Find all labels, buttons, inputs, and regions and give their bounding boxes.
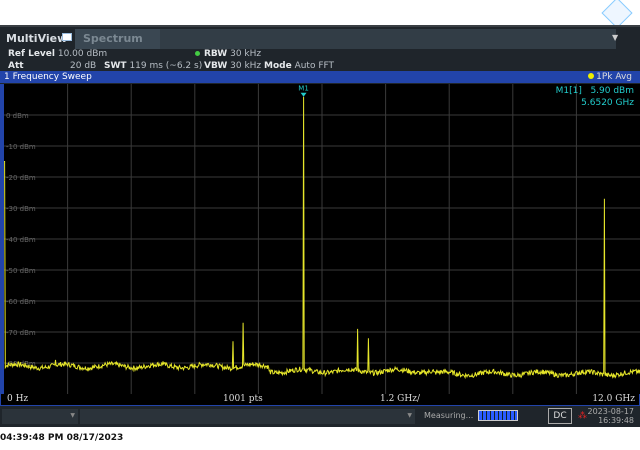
rbw-status-icon <box>195 51 200 56</box>
x-axis-labels: 0 Hz 1001 pts 1.2 GHz/ 12.0 GHz <box>0 394 640 406</box>
tab-bar: MultiView Spectrum ▼ <box>0 25 640 49</box>
measuring-status: Measuring... <box>424 411 474 420</box>
x-points: 1001 pts <box>223 394 263 404</box>
marker-readout: M1[1] 5.90 dBm 5.6520 GHz <box>556 85 634 109</box>
x-stop: 12.0 GHz <box>592 394 635 404</box>
status-select-1[interactable]: ▼ <box>2 409 78 424</box>
x-span: 1.2 GHz/ <box>380 394 420 404</box>
tab-spectrum[interactable]: Spectrum <box>75 29 160 49</box>
analyzer-app: MultiView Spectrum ▼ Ref Level 10.00 dBm… <box>0 25 640 427</box>
marker-level: 5.90 dBm <box>590 86 634 96</box>
chevron-down-icon: ▼ <box>70 412 75 419</box>
y-tick-label: -60 dBm <box>6 298 36 306</box>
window-title-bar: 1 Frequency Sweep 1Pk Avg <box>0 71 640 83</box>
spectrum-plot[interactable]: 0 dBm -10 dBm -20 dBm -30 dBm -40 dBm -50 dBm… <box>0 84 640 410</box>
status-time: 16:39:48 <box>598 416 634 425</box>
marker-label: M1[1] <box>555 86 582 96</box>
trace-label-text: 1Pk Avg <box>596 72 632 82</box>
screenshot-timestamp: 04:39:48 PM 08/17/2023 <box>0 433 124 443</box>
trace-label: 1Pk Avg <box>588 71 632 83</box>
trace-dot-icon <box>588 73 595 79</box>
chevron-down-icon: ▼ <box>407 412 412 419</box>
att-label: Att <box>8 61 24 71</box>
y-tick-label: -50 dBm <box>6 267 36 275</box>
ref-level: Ref Level 10.00 dBm <box>8 49 108 59</box>
tab-area <box>160 29 616 49</box>
status-bar: ▼ ▼ Measuring... DC ⁂ 2023-08-17 16:39:48 <box>0 406 640 427</box>
datetime: 2023-08-17 16:39:48 <box>588 407 635 425</box>
rbw: RBW 30 kHz <box>204 49 262 59</box>
swt: SWT 119 ms (~6.2 s) <box>104 61 203 71</box>
y-tick-label: -10 dBm <box>6 143 36 151</box>
progress-bar <box>478 410 518 421</box>
status-date: 2023-08-17 <box>587 407 635 416</box>
mode: Mode Auto FFT <box>264 61 335 71</box>
y-tick-label: -40 dBm <box>6 236 36 244</box>
x-start: 0 Hz <box>7 394 29 404</box>
dc-coupling-button[interactable]: DC <box>548 408 572 424</box>
y-tick-label: -30 dBm <box>6 205 36 213</box>
marker-freq: 5.6520 GHz <box>581 98 634 108</box>
y-tick-label: -20 dBm <box>6 174 36 182</box>
y-tick-label: 0 dBm <box>6 112 29 120</box>
att-value: 20 dB <box>70 61 97 71</box>
multiview-icon <box>62 33 72 41</box>
vbw: VBW 30 kHz <box>204 61 262 71</box>
spectrum-svg: 0 dBm -10 dBm -20 dBm -30 dBm -40 dBm -50 dBm… <box>4 84 640 394</box>
network-icon: ⁂ <box>578 411 587 421</box>
marker-m1-label: M1 <box>298 85 309 93</box>
marker-m1-icon <box>300 92 307 97</box>
status-select-2[interactable]: ▼ <box>80 409 415 424</box>
tab-multiview-label: MultiView <box>6 32 68 45</box>
y-tick-label: -70 dBm <box>6 329 36 337</box>
chevron-down-icon[interactable]: ▼ <box>612 33 618 42</box>
window-title: 1 Frequency Sweep <box>4 72 92 82</box>
